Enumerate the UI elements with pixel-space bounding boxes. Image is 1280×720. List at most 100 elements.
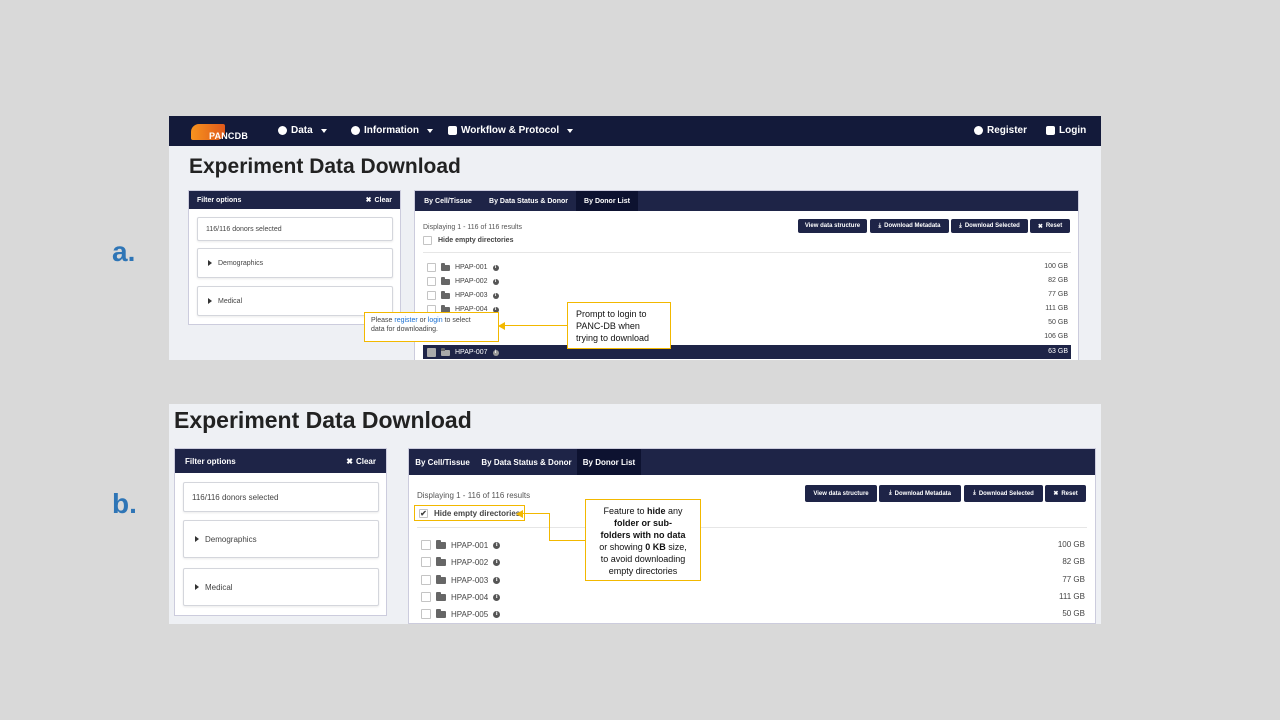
info-icon[interactable]: i [492,278,499,285]
list-item[interactable]: HPAP-001 i [427,262,499,272]
info-icon[interactable]: i [492,264,499,271]
list-item[interactable]: HPAP-002 i [421,556,501,567]
tab-data-status-donor[interactable]: By Data Status & Donor [476,449,577,475]
divider [423,252,1071,253]
login-link[interactable]: login [428,317,443,324]
info-icon[interactable]: i [493,593,501,601]
row-checkbox[interactable] [427,263,436,272]
nav-workflow[interactable]: Workflow & Protocol [448,125,574,136]
filter-medical-label: Medical [218,297,243,305]
download-metadata-button[interactable]: ⤓ Download Metadata [879,485,961,502]
pancdb-logo[interactable]: PANCDB [191,121,251,143]
download-selected-label: Download Selected [978,490,1034,497]
row-checkbox[interactable] [421,540,431,550]
info-icon[interactable]: i [493,558,501,566]
donor-size: 82 GB [1062,557,1085,566]
info-icon[interactable]: i [493,576,501,584]
donors-selected[interactable]: 116/116 donors selected [197,217,393,241]
results-count: Displaying 1 - 116 of 116 results [423,224,522,231]
nav-data[interactable]: Data [278,125,327,136]
row-checkbox[interactable] [427,291,436,300]
donor-size: 100 GB [1057,540,1085,549]
callout-text-bold: hide [647,506,666,516]
info-icon[interactable]: i [492,349,499,356]
hide-empty-checkbox[interactable]: ✔ [419,508,428,518]
nav-login[interactable]: Login [1046,125,1086,136]
nav-register[interactable]: Register [974,125,1027,136]
tab-cell-tissue[interactable]: By Cell/Tissue [409,449,476,475]
hide-empty-checkbox[interactable] [423,236,432,245]
list-item[interactable]: HPAP-002 i [427,276,499,286]
tab-data-status-donor[interactable]: By Data Status & Donor [481,191,576,211]
tooltip-text: data for downloading. [371,326,438,333]
table-row-selected[interactable] [423,345,1071,359]
filter-demographics-label: Demographics [218,259,264,267]
filter-medical[interactable]: Medical [183,568,379,606]
database-icon [278,126,287,135]
download-selected-button[interactable]: ⤓ Download Selected [964,485,1043,502]
download-icon: ⤓ [878,222,882,229]
list-item[interactable]: HPAP-004 i [421,591,501,602]
tooltip-text: Please [371,317,393,324]
tab-donor-list[interactable]: By Donor List [576,191,638,211]
donor-name: HPAP-002 [455,278,488,285]
list-item[interactable]: HPAP-005 i [421,608,501,619]
close-icon: ✖ [1037,223,1043,230]
donor-size: 100 GB [1044,263,1068,270]
info-icon[interactable]: i [493,541,501,549]
callout-line: folder or sub- [614,518,672,528]
callout-line: folders with no data [600,530,686,540]
row-checkbox[interactable] [421,575,431,585]
list-item[interactable]: HPAP-001 i [421,539,501,550]
reset-button[interactable]: ✖ Reset [1045,485,1086,502]
list-item[interactable]: HPAP-007 i [427,347,499,357]
tooltip-text: or [419,317,426,324]
reset-button[interactable]: ✖ Reset [1030,219,1070,233]
tab-cell-tissue[interactable]: By Cell/Tissue [415,191,481,211]
filter-clear-button[interactable]: ✖ Clear [346,457,376,466]
row-checkbox[interactable] [421,609,431,619]
navbar: PANCDB Data Information Workflow & Proto… [169,116,1101,146]
list-item[interactable]: HPAP-003 i [421,574,501,585]
donor-size: 106 GB [1044,333,1068,340]
hide-empty-toggle[interactable]: ✔ Hide empty directories [414,505,526,521]
row-checkbox[interactable] [421,592,431,602]
panel-b-label: b. [112,488,137,519]
download-icon: ⤓ [959,222,962,229]
tab-donor-list[interactable]: By Donor List [577,449,641,475]
reset-label: Reset [1045,223,1063,229]
donor-name: HPAP-005 [451,609,489,619]
filter-demographics[interactable]: Demographics [197,248,393,278]
caret-right-icon [208,260,212,266]
info-icon[interactable]: i [493,610,501,618]
hide-empty-toggle[interactable]: Hide empty directories [423,236,513,245]
nav-data-label: Data [291,125,313,136]
donor-name: HPAP-007 [455,349,488,356]
nav-information[interactable]: Information [351,125,433,136]
sign-in-icon [1046,126,1055,135]
donor-size: 82 GB [1048,277,1068,284]
row-checkbox[interactable] [421,557,431,567]
panel-a-label: a. [112,236,136,267]
register-link[interactable]: register [394,317,417,324]
page-title: Experiment Data Download [174,407,472,433]
row-checkbox[interactable] [427,277,436,286]
donors-selected[interactable]: 116/116 donors selected [183,482,379,512]
folder-icon [436,608,446,618]
donors-selected-label: 116/116 donors selected [192,492,279,502]
row-checkbox[interactable] [427,348,436,357]
caret-right-icon [208,298,212,304]
info-icon[interactable]: i [492,292,499,299]
filter-clear-button[interactable]: ✖ Clear [366,196,392,205]
download-metadata-button[interactable]: ⤓ Download Metadata [870,219,949,233]
callout-line: trying to download [576,333,650,343]
donor-size: 50 GB [1048,319,1068,326]
download-selected-button[interactable]: ⤓ Download Selected [951,219,1028,233]
donor-size: 50 GB [1062,609,1085,618]
filter-header: Filter options ✖ Clear [175,449,386,473]
list-item[interactable]: HPAP-003 i [427,290,499,300]
view-structure-button[interactable]: View data structure [798,219,867,233]
filter-demographics[interactable]: Demographics [183,520,379,558]
filter-header: Filter options ✖ Clear [189,191,400,209]
view-structure-button[interactable]: View data structure [805,485,877,502]
